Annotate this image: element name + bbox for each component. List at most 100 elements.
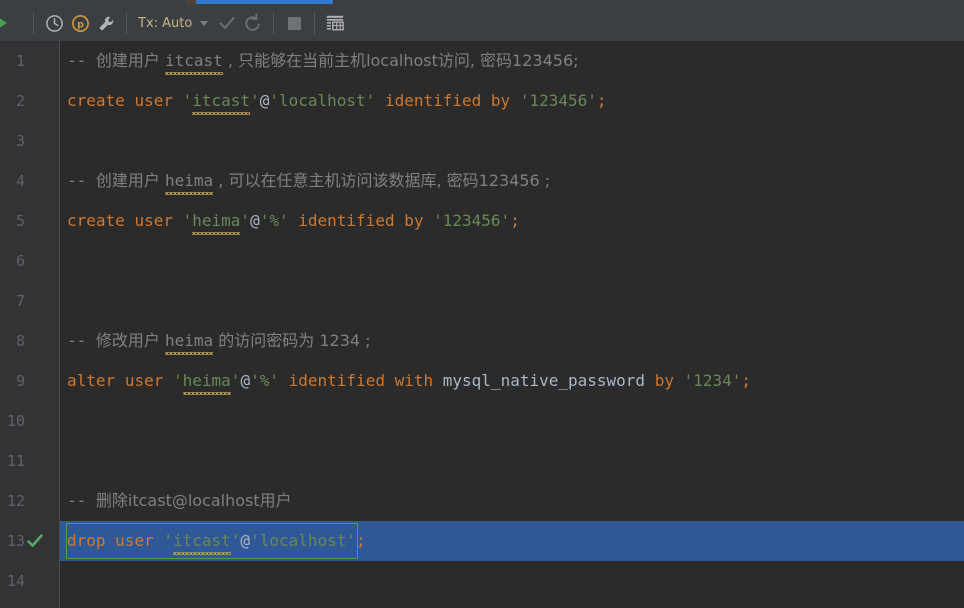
code-token: ' <box>230 531 241 550</box>
code-line[interactable] <box>60 401 964 441</box>
code-line[interactable]: create user 'itcast'@'localhost' identif… <box>60 81 964 121</box>
code-line[interactable] <box>60 441 964 481</box>
history-button[interactable] <box>41 10 67 36</box>
run-button[interactable] <box>0 17 26 29</box>
code-token: 'localhost' <box>269 91 376 110</box>
code-token: with <box>394 371 434 390</box>
code-token: 修改用户 <box>95 331 165 350</box>
code-line[interactable] <box>60 121 964 161</box>
tx-mode-selector[interactable]: Tx: Auto <box>134 16 214 31</box>
code-token: -- <box>67 491 96 510</box>
gutter-row[interactable]: 13 <box>0 521 59 561</box>
code-line[interactable] <box>60 561 964 601</box>
code-token: ' <box>163 531 173 550</box>
line-number: 6 <box>15 252 25 270</box>
p-badge-icon: p <box>71 14 89 32</box>
code-line[interactable]: alter user 'heima'@'%' identified with m… <box>60 361 964 401</box>
toolbar-separator <box>273 12 275 34</box>
rotate-ccw-icon <box>245 13 261 31</box>
code-token: user <box>134 211 173 230</box>
sql-console-window: p Tx: Auto 1 2 3 4 5 6 7 8 9 10 11 12 13… <box>0 0 964 608</box>
line-number: 14 <box>6 572 25 590</box>
code-line[interactable] <box>60 601 964 608</box>
line-number: 13 <box>6 532 25 550</box>
code-token: -- <box>67 51 96 70</box>
stop-square-icon <box>287 16 301 30</box>
code-token: ' <box>230 371 241 390</box>
code-token: ' <box>172 371 183 390</box>
tx-mode-label: Tx: Auto <box>138 15 193 31</box>
line-number: 5 <box>15 212 25 230</box>
line-number: 10 <box>6 412 25 430</box>
gutter-row[interactable]: 6 <box>0 241 59 281</box>
code-token: ' <box>240 211 251 230</box>
code-token: heima <box>182 361 231 401</box>
gutter-row[interactable]: 4 <box>0 161 59 201</box>
code-token: by <box>654 371 674 390</box>
gutter-row[interactable]: 12 <box>0 481 59 521</box>
code-token: , <box>213 171 229 190</box>
gutter-row[interactable]: 10 <box>0 401 59 441</box>
code-token: create <box>67 211 125 230</box>
line-number: 8 <box>15 332 25 350</box>
gutter-row[interactable]: 14 <box>0 561 59 601</box>
code-line[interactable]: -- 修改用户 heima 的访问密码为 1234 ; <box>60 321 964 361</box>
code-token: ' <box>182 211 193 230</box>
code-token: by <box>490 91 511 110</box>
gutter-row[interactable]: 11 <box>0 441 59 481</box>
code-token: -- <box>67 331 96 350</box>
code-line[interactable] <box>60 281 964 321</box>
code-token: itcast <box>192 81 250 121</box>
code-line[interactable]: -- 创建用户 heima , 可以在任意主机访问该数据库, 密码123456 … <box>60 161 964 201</box>
profile-button[interactable]: p <box>67 10 93 36</box>
code-line-selected[interactable]: drop user 'itcast'@'localhost'; <box>60 521 964 561</box>
gutter-row[interactable]: 9 <box>0 361 59 401</box>
gutter-row[interactable]: 5 <box>0 201 59 241</box>
code-line[interactable]: create user 'heima'@'%' identified by '1… <box>60 201 964 241</box>
code-token: by <box>404 211 424 230</box>
code-token: ; <box>741 371 752 390</box>
gutter-row[interactable]: 15 <box>0 601 59 608</box>
code-token: , <box>222 51 239 70</box>
toolbar-separator <box>314 12 316 34</box>
gutter-row[interactable]: 3 <box>0 121 59 161</box>
checkmark-icon <box>219 17 235 29</box>
line-number: 1 <box>15 52 25 70</box>
settings-button[interactable] <box>93 10 119 36</box>
code-line[interactable]: -- 创建用户 itcast , 只能够在当前主机localhost访问, 密码… <box>60 41 964 81</box>
stop-button[interactable] <box>281 10 307 36</box>
gutter-row[interactable]: 1 <box>0 41 59 81</box>
rollback-button[interactable] <box>240 10 266 36</box>
play-triangle-icon <box>0 17 7 29</box>
code-token: -- <box>67 171 96 190</box>
gutter-row[interactable]: 8 <box>0 321 59 361</box>
line-number-gutter[interactable]: 12345678910111213141516 <box>0 41 60 608</box>
gutter-row[interactable]: 7 <box>0 281 59 321</box>
code-token: @ <box>259 91 270 110</box>
code-token: mysql_native_password <box>442 371 646 390</box>
code-token: user <box>115 531 154 550</box>
code-token: itcast <box>165 41 223 81</box>
code-token: '%' <box>259 211 289 230</box>
output-panel-button[interactable] <box>322 10 348 36</box>
line-number: 2 <box>15 92 25 110</box>
commit-button[interactable] <box>214 10 240 36</box>
gutter-row[interactable]: 2 <box>0 81 59 121</box>
code-line[interactable] <box>60 241 964 281</box>
active-tab-indicator[interactable] <box>196 0 333 4</box>
code-line[interactable]: -- 删除itcast@localhost用户 <box>60 481 964 521</box>
code-token: ' <box>182 91 193 110</box>
sql-editor[interactable]: 12345678910111213141516 -- 创建用户 itcast ,… <box>0 41 964 608</box>
code-content-area[interactable]: -- 创建用户 itcast , 只能够在当前主机localhost访问, 密码… <box>60 41 964 608</box>
code-token: @ <box>240 371 251 390</box>
